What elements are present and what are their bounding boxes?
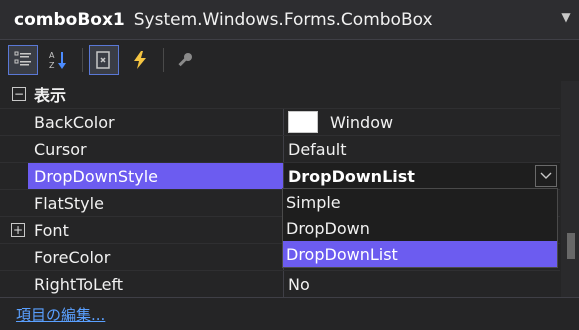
color-swatch <box>288 111 318 133</box>
edit-items-link[interactable]: 項目の編集... <box>16 304 105 325</box>
events-button[interactable] <box>125 45 155 75</box>
property-name: ForeColor <box>34 247 111 267</box>
alphabetical-button[interactable]: A Z <box>44 45 74 75</box>
category-label: 表示 <box>34 86 67 105</box>
commands-pane: 項目の編集... <box>0 297 579 330</box>
property-value[interactable]: Window <box>284 109 560 135</box>
vertical-scrollbar[interactable] <box>561 81 579 297</box>
property-pages-button[interactable] <box>170 45 200 75</box>
property-value-text: Window <box>330 112 394 132</box>
svg-text:A: A <box>49 51 55 60</box>
property-value[interactable]: Default <box>284 136 560 162</box>
wrench-icon <box>178 53 192 67</box>
toolbar-separator <box>82 48 83 72</box>
expand-icon[interactable]: + <box>11 223 25 237</box>
toolbar-separator <box>163 48 164 72</box>
dropdown-option-simple[interactable]: Simple <box>283 189 557 215</box>
property-row-backcolor[interactable]: BackColor Window <box>0 108 560 135</box>
property-value-text: DropDownList <box>288 166 415 186</box>
dropdown-option-dropdownlist[interactable]: DropDownList <box>283 241 557 267</box>
property-name: DropDownStyle <box>28 163 283 189</box>
events-icon <box>134 51 146 69</box>
property-name: Font <box>34 220 69 240</box>
categorized-button[interactable] <box>8 45 38 75</box>
property-name: RightToLeft <box>34 274 124 294</box>
properties-header: comboBox1 System.Windows.Forms.ComboBox … <box>0 0 579 40</box>
property-row-dropdownstyle[interactable]: DropDownStyle DropDownList <box>0 162 560 189</box>
properties-toolbar: A Z <box>0 41 579 79</box>
properties-icon <box>96 51 110 69</box>
property-row-cursor[interactable]: Cursor Default <box>0 135 560 162</box>
dropdown-list: Simple DropDown DropDownList <box>282 188 558 268</box>
object-name: comboBox1 <box>14 9 125 30</box>
category-display[interactable]: − 表示 <box>0 81 560 107</box>
property-name: BackColor <box>34 112 115 132</box>
object-type: System.Windows.Forms.ComboBox <box>133 9 433 30</box>
property-row-righttoleft[interactable]: RightToLeft No <box>0 270 560 297</box>
alphabetical-icon: A Z <box>49 51 66 70</box>
dropdown-option-dropdown[interactable]: DropDown <box>283 215 557 241</box>
chevron-down-icon[interactable]: ▼ <box>559 10 573 24</box>
property-name: FlatStyle <box>34 193 104 213</box>
categorized-icon <box>14 51 31 66</box>
properties-button[interactable] <box>89 45 119 75</box>
svg-text:Z: Z <box>49 61 55 70</box>
collapse-icon[interactable]: − <box>12 87 26 101</box>
property-name: Cursor <box>34 139 87 159</box>
property-value[interactable]: No <box>284 271 560 297</box>
dropdown-button[interactable] <box>535 165 557 187</box>
property-value[interactable]: DropDownList <box>284 163 560 189</box>
scrollbar-thumb[interactable] <box>567 233 575 259</box>
chevron-down-icon <box>540 172 552 179</box>
